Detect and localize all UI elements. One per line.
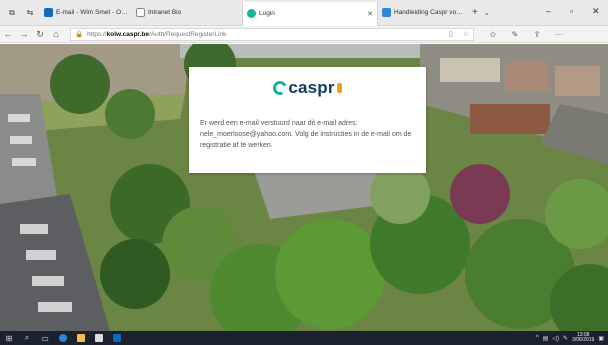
chevron-down-icon[interactable]: ⌄: [484, 9, 490, 17]
tab-label: E-mail - Wim Smet - Outloo: [56, 9, 128, 16]
logo-accent-icon: [336, 83, 342, 93]
lock-icon: 🔒: [75, 31, 84, 38]
tab-label: Login: [259, 10, 275, 17]
url-input[interactable]: 🔒 https://kolw.caspr.be/Auth/RequestRegi…: [70, 27, 474, 41]
browser-tab-bar: ⧉ ⇆ E-mail - Wim Smet - Outloo Intranet …: [0, 0, 608, 26]
favorite-star-icon[interactable]: ☆: [463, 30, 469, 38]
forward-icon[interactable]: →: [16, 29, 32, 39]
set-aside-tabs-icon[interactable]: ⧉: [6, 7, 18, 19]
address-bar-row: ← → ↻ ⌂ 🔒 https://kolw.caspr.be/Auth/Req…: [0, 26, 608, 43]
edge-page-icon: [382, 8, 391, 17]
show-tabs-icon[interactable]: ⇆: [24, 7, 36, 19]
network-icon[interactable]: ▤: [543, 335, 549, 342]
caspr-favicon-icon: [247, 9, 256, 18]
caspr-logo-mark-icon: [271, 79, 290, 97]
chevron-up-icon[interactable]: ^: [536, 335, 539, 341]
minimize-icon[interactable]: –: [546, 6, 551, 16]
tab-label: Handleiding Caspr voor bel: [394, 9, 464, 16]
notes-pen-icon[interactable]: ✎: [504, 30, 526, 39]
url-scheme: https://: [87, 30, 107, 38]
page-icon: [136, 8, 145, 17]
new-tab-icon[interactable]: +: [472, 7, 478, 18]
home-icon[interactable]: ⌂: [48, 29, 64, 39]
reading-view-icon[interactable]: ▯: [449, 30, 453, 38]
confirmation-message: Er werd een e-mail verstuurd naar dit e-…: [200, 120, 412, 149]
logo-text: caspr: [288, 78, 335, 97]
refresh-icon[interactable]: ↻: [32, 29, 48, 40]
taskbar-clock[interactable]: 13:08 3/06/2019: [572, 332, 595, 344]
page-viewport: caspr Er werd een e-mail verstuurd naar …: [0, 44, 608, 331]
favorites-icon[interactable]: ✩: [482, 30, 504, 39]
maximize-icon[interactable]: ▫: [570, 6, 573, 16]
tab-label: Intranet Bio: [148, 9, 182, 16]
notifications-icon[interactable]: ▣: [598, 335, 604, 342]
tab-handleiding[interactable]: Handleiding Caspr voor bel: [378, 3, 468, 23]
volume-icon[interactable]: ◁): [552, 335, 559, 342]
system-tray: ^ ▤ ◁) ✎ 13:08 3/06/2019 ▣: [536, 332, 608, 344]
url-host: kolw.caspr.be: [106, 30, 149, 38]
back-icon[interactable]: ←: [0, 29, 16, 39]
windows-start-icon[interactable]: ⊞: [0, 331, 18, 345]
more-menu-icon[interactable]: ···: [548, 30, 570, 39]
task-view-icon[interactable]: ▭: [36, 331, 54, 345]
pen-icon[interactable]: ✎: [563, 335, 568, 342]
close-window-icon[interactable]: ✕: [592, 6, 600, 17]
outlook-taskbar-icon[interactable]: [108, 331, 126, 345]
file-explorer-icon[interactable]: [72, 331, 90, 345]
windows-taskbar: ⊞ ⌕ ▭ ^ ▤ ◁) ✎ 13:08 3/06/2019 ▣: [0, 331, 608, 345]
share-icon[interactable]: ⇪: [526, 30, 548, 39]
tab-outlook[interactable]: E-mail - Wim Smet - Outloo: [40, 3, 132, 23]
url-path: /Auth/RequestRegisterLink: [149, 30, 227, 38]
edge-taskbar-icon[interactable]: [54, 331, 72, 345]
clock-date: 3/06/2019: [572, 337, 595, 343]
tab-login[interactable]: Login ✕: [242, 1, 378, 26]
outlook-mail-icon: [44, 8, 53, 17]
registration-confirmation-card: caspr Er werd een e-mail verstuurd naar …: [189, 67, 426, 173]
close-tab-icon[interactable]: ✕: [367, 10, 373, 18]
search-icon[interactable]: ⌕: [18, 331, 36, 345]
caspr-logo: caspr: [200, 75, 415, 101]
store-icon[interactable]: [90, 331, 108, 345]
tab-intranet[interactable]: Intranet Bio: [132, 3, 194, 23]
